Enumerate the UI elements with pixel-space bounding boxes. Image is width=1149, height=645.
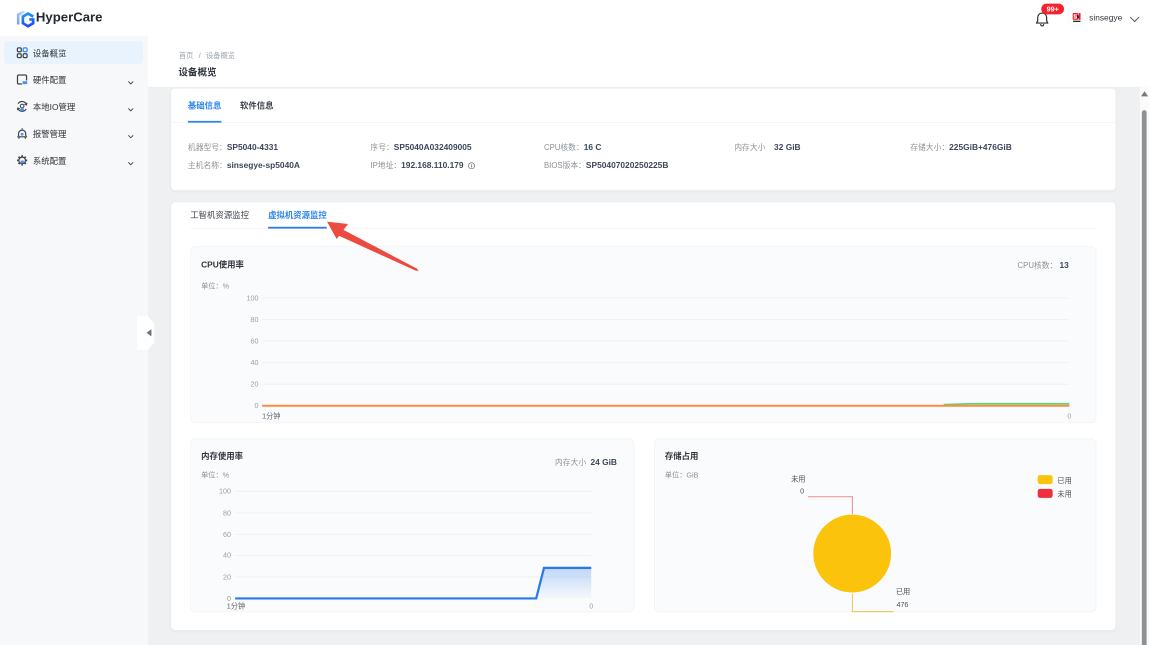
svg-text:20: 20	[251, 381, 259, 389]
svg-text:0: 0	[255, 402, 259, 410]
svg-text:60: 60	[223, 531, 231, 539]
svg-text:476: 476	[896, 601, 908, 609]
svg-text:20: 20	[223, 573, 231, 581]
svg-text:未用: 未用	[791, 475, 805, 484]
svg-text:80: 80	[223, 509, 231, 517]
svg-text:100: 100	[219, 488, 231, 496]
svg-text:未用: 未用	[1057, 490, 1071, 499]
svg-text:1分钟: 1分钟	[227, 602, 245, 611]
svg-text:80: 80	[251, 316, 259, 324]
svg-text:0: 0	[1067, 412, 1071, 420]
svg-text:40: 40	[251, 359, 259, 367]
svg-text:已用: 已用	[1057, 477, 1071, 485]
svg-text:0: 0	[589, 603, 593, 611]
svg-text:40: 40	[223, 552, 231, 560]
svg-text:60: 60	[251, 338, 259, 346]
svg-text:已用: 已用	[896, 588, 910, 596]
svg-text:0: 0	[800, 488, 804, 496]
svg-text:1分钟: 1分钟	[262, 411, 280, 420]
svg-text:100: 100	[247, 294, 259, 302]
